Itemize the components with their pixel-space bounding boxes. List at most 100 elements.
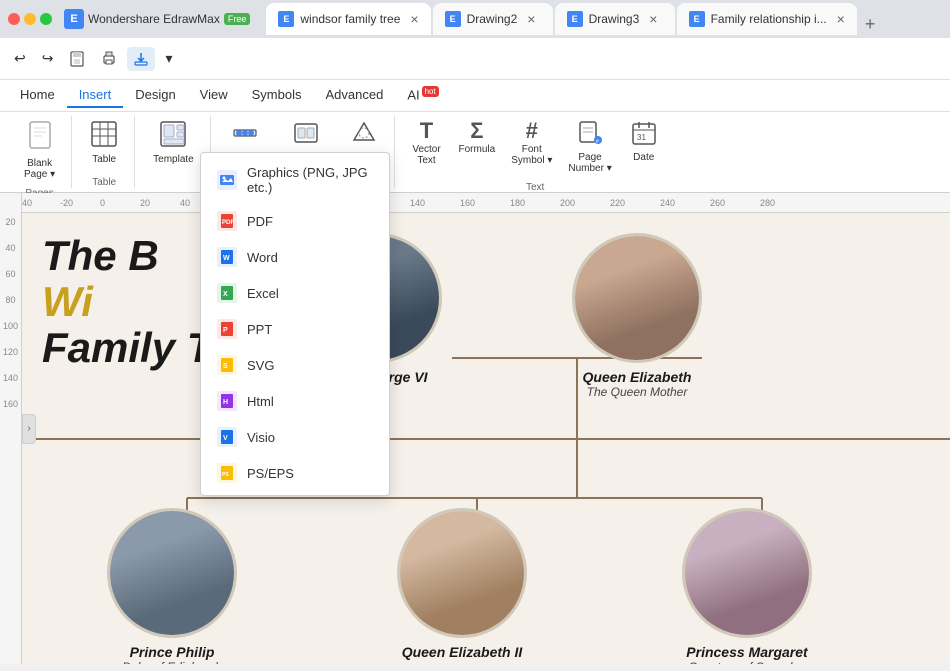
svg-text:H: H xyxy=(223,399,228,406)
toolbar: ↩ ↪ ▾ xyxy=(0,38,950,80)
export-pseps-item[interactable]: PS PS/EPS xyxy=(201,455,389,491)
tab-drawing3-label: Drawing3 xyxy=(589,12,640,26)
pseps-icon: PS xyxy=(217,463,237,483)
formula-button[interactable]: Σ Formula xyxy=(453,116,502,159)
template-icon xyxy=(159,120,187,152)
tab-family-close[interactable]: × xyxy=(837,11,845,27)
main-area: 40 -20 0 20 40 60 80 100 120 140 160 180… xyxy=(0,193,950,664)
table-icon xyxy=(90,120,118,152)
export-visio-label: Visio xyxy=(247,430,275,445)
canvas[interactable]: The B Wi Family Tree xyxy=(22,213,950,664)
svg-text:S: S xyxy=(223,363,228,370)
save-button[interactable] xyxy=(63,47,91,71)
print-button[interactable] xyxy=(95,47,123,71)
blank-page-icon xyxy=(26,120,54,156)
tab-windsor-close[interactable]: × xyxy=(410,11,418,27)
date-icon: 31 xyxy=(631,120,657,150)
timeline-icon xyxy=(232,120,258,150)
svg-icon: S xyxy=(217,355,237,375)
princess-margaret-photo xyxy=(682,508,812,638)
excel-icon: X xyxy=(217,283,237,303)
visio-icon: V xyxy=(217,427,237,447)
formula-icon: Σ xyxy=(470,120,483,142)
svg-text:V: V xyxy=(223,435,228,442)
export-excel-item[interactable]: X Excel xyxy=(201,275,389,311)
font-symbol-button[interactable]: # FontSymbol ▾ xyxy=(505,116,558,170)
export-pdf-item[interactable]: PDF PDF xyxy=(201,203,389,239)
font-symbol-icon: # xyxy=(526,120,538,142)
vector-text-button[interactable]: T VectorText xyxy=(405,116,449,170)
table-button[interactable]: Table xyxy=(82,116,126,169)
svg-text:W: W xyxy=(223,255,230,262)
export-html-item[interactable]: H Html xyxy=(201,383,389,419)
tab-drawing2-close[interactable]: × xyxy=(527,11,535,27)
export-visio-item[interactable]: V Visio xyxy=(201,419,389,455)
queen-elizabeth2-photo xyxy=(397,508,527,638)
table-label: Table xyxy=(92,154,116,165)
prince-philip-photo xyxy=(107,508,237,638)
separator-line xyxy=(22,438,950,440)
blank-page-button[interactable]: BlankPage ▾ xyxy=(16,116,63,184)
tab-symbols[interactable]: Symbols xyxy=(240,83,314,108)
tab-ai[interactable]: AIhot xyxy=(395,83,450,108)
svg-text:PS: PS xyxy=(222,472,229,478)
svg-text:PDF: PDF xyxy=(222,220,234,226)
more-button[interactable]: ▾ xyxy=(159,46,178,71)
date-label: Date xyxy=(633,152,654,163)
svg-text:X: X xyxy=(223,291,228,298)
princess-margaret-title: Countess of Snowdon xyxy=(682,660,812,664)
person-queen-mother: Queen Elizabeth The Queen Mother xyxy=(572,233,702,399)
table-group-label: Table xyxy=(92,177,116,188)
svg-text:P: P xyxy=(223,327,228,334)
tab-advanced[interactable]: Advanced xyxy=(313,83,395,108)
export-svg-label: SVG xyxy=(247,358,274,373)
tab-drawing2[interactable]: E Drawing2 × xyxy=(433,3,553,35)
person-prince-philip: Prince Philip Duke of Edinburgh xyxy=(107,508,237,664)
redo-button[interactable]: ↪ xyxy=(36,46,60,71)
undo-button[interactable]: ↩ xyxy=(8,46,32,71)
page-number-button[interactable]: # PageNumber ▾ xyxy=(562,116,617,178)
person-princess-margaret: Princess Margaret Countess of Snowdon xyxy=(682,508,812,664)
tab-insert[interactable]: Insert xyxy=(67,83,124,108)
vector-text-icon: T xyxy=(420,120,433,142)
tab-drawing3[interactable]: E Drawing3 × xyxy=(555,3,675,35)
app-badge: Free xyxy=(224,13,251,25)
app-icon: E xyxy=(64,9,84,29)
tab-home[interactable]: Home xyxy=(8,83,67,108)
export-ppt-item[interactable]: P PPT xyxy=(201,311,389,347)
collapse-panel-button[interactable]: › xyxy=(22,414,36,444)
formula-label: Formula xyxy=(459,144,496,155)
html-icon: H xyxy=(217,391,237,411)
tab-family[interactable]: E Family relationship i... × xyxy=(677,3,857,35)
ribbon-content: BlankPage ▾ Pages Table Table xyxy=(0,112,950,192)
tab-drawing2-label: Drawing2 xyxy=(467,12,518,26)
export-pdf-label: PDF xyxy=(247,214,273,229)
export-graphics-item[interactable]: Graphics (PNG, JPG etc.) xyxy=(201,157,389,203)
export-svg-item[interactable]: S SVG xyxy=(201,347,389,383)
tab-windsor[interactable]: E windsor family tree × xyxy=(266,3,430,35)
new-tab-button[interactable]: + xyxy=(859,14,882,35)
date-button[interactable]: 31 Date xyxy=(622,116,666,167)
export-word-item[interactable]: W Word xyxy=(201,239,389,275)
queen-mother-photo xyxy=(572,233,702,363)
export-button[interactable] xyxy=(127,47,155,71)
tab-family-label: Family relationship i... xyxy=(711,12,827,26)
svg-text:31: 31 xyxy=(637,133,646,142)
export-graphics-label: Graphics (PNG, JPG etc.) xyxy=(247,165,373,195)
prince-philip-name: Prince Philip xyxy=(107,644,237,660)
person-queen-elizabeth2: Queen Elizabeth II xyxy=(397,508,527,660)
tab-drawing3-close[interactable]: × xyxy=(649,11,657,27)
tab-design[interactable]: Design xyxy=(123,83,187,108)
tab-view[interactable]: View xyxy=(188,83,240,108)
queen-mother-name: Queen Elizabeth xyxy=(572,369,702,385)
ruler-left: 20 40 60 80 100 120 140 160 xyxy=(0,193,22,664)
template-button[interactable]: Template xyxy=(145,116,202,169)
page-number-icon: # xyxy=(577,120,603,150)
app-name: Wondershare EdrawMax xyxy=(88,12,220,26)
browser-chrome: E Wondershare EdrawMax Free E windsor fa… xyxy=(0,0,950,38)
blank-page-label: BlankPage ▾ xyxy=(24,158,55,180)
container-icon xyxy=(293,120,319,150)
font-symbol-label: FontSymbol ▾ xyxy=(511,144,552,166)
ribbon-group-table: Table Table xyxy=(74,116,135,188)
prince-philip-title: Duke of Edinburgh xyxy=(107,660,237,664)
